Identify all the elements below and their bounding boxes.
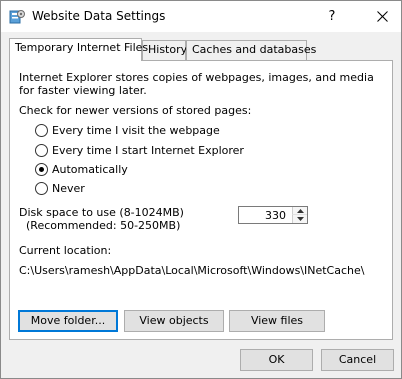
radio-never-label[interactable]: Never [52,182,85,195]
window-title: Website Data Settings [32,9,166,23]
help-button[interactable]: ? [317,1,347,32]
radio-every-visit-label[interactable]: Every time I visit the webpage [52,124,220,137]
close-icon [377,11,388,22]
cancel-button[interactable]: Cancel [321,349,394,371]
description-line-2: for faster viewing later. [19,84,147,97]
tab-history[interactable]: History [142,40,187,60]
tab-caches-and-databases[interactable]: Caches and databases [186,40,316,60]
arrow-down-icon [297,217,304,221]
tab-temporary-internet-files[interactable]: Temporary Internet Files [9,38,148,61]
description-line-1: Internet Explorer stores copies of webpa… [19,71,374,84]
view-objects-button[interactable]: View objects [124,310,224,332]
disk-space-spinner[interactable]: 330 [238,206,308,224]
radio-automatically[interactable] [35,163,48,176]
settings-app-icon [9,8,26,25]
radio-automatically-label[interactable]: Automatically [52,163,128,176]
current-location-path: C:\Users\ramesh\AppData\Local\Microsoft\… [19,264,365,277]
move-folder-button[interactable]: Move folder... [18,310,118,332]
radio-every-start-label[interactable]: Every time I start Internet Explorer [52,144,244,157]
ok-button[interactable]: OK [240,349,313,371]
radio-never[interactable] [35,182,48,195]
arrow-up-icon [297,209,304,213]
spin-down-button[interactable] [292,215,307,223]
website-data-settings-dialog: Website Data Settings ? Temporary Intern… [0,0,402,379]
radio-every-start[interactable] [35,144,48,157]
current-location-label: Current location: [19,244,112,257]
disk-space-recommendation: (Recommended: 50-250MB) [26,219,181,232]
disk-space-value[interactable]: 330 [265,209,286,222]
radio-every-visit[interactable] [35,124,48,137]
spin-up-button[interactable] [292,207,307,215]
tab-panel: Internet Explorer stores copies of webpa… [9,60,393,340]
view-files-button[interactable]: View files [229,310,325,332]
check-heading: Check for newer versions of stored pages… [19,104,252,117]
disk-space-label: Disk space to use (8-1024MB) [19,206,184,219]
close-button[interactable] [363,1,401,32]
title-bar[interactable]: Website Data Settings ? [1,1,401,32]
